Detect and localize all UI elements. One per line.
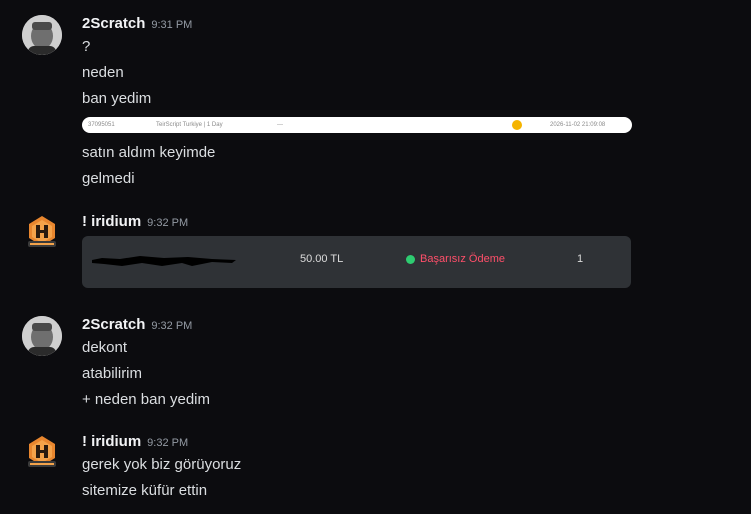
chat-panel: 2Scratch 9:31 PM ? neden ban yedim 370950… — [0, 0, 751, 514]
timestamp: 9:32 PM — [151, 320, 193, 332]
pending-status-icon — [512, 120, 522, 130]
message-line: + neden ban yedim — [82, 391, 211, 408]
username[interactable]: 2Scratch — [82, 316, 145, 333]
timestamp: 9:31 PM — [151, 19, 193, 31]
message-header: 2Scratch 9:31 PM — [82, 15, 192, 35]
message-line: gerek yok biz görüyoruz — [82, 456, 242, 473]
timestamp: 9:32 PM — [147, 437, 189, 449]
payment-status: Başarısız Ödeme — [420, 253, 505, 265]
payment-quantity: 1 — [577, 253, 584, 265]
message-line: neden — [82, 64, 124, 81]
order-date: 2026-11-02 21:09:08 — [550, 122, 606, 128]
message-line: satın aldım keyimde — [82, 144, 216, 161]
message-line: ? — [82, 38, 91, 55]
message-line: ban yedim — [82, 90, 152, 107]
message-line: dekont — [82, 339, 128, 356]
brand-logo-avatar-icon[interactable] — [22, 214, 62, 254]
username[interactable]: 2Scratch — [82, 15, 145, 32]
order-product: TeirScript Turkiye | 1 Day — [156, 122, 223, 128]
username[interactable]: ! iridium — [82, 213, 141, 230]
username[interactable]: ! iridium — [82, 433, 141, 450]
status-dot-icon — [406, 255, 415, 264]
message-header: ! iridium 9:32 PM — [82, 433, 188, 453]
message-header: ! iridium 9:32 PM — [82, 213, 188, 233]
order-id: 37095051 — [88, 122, 115, 128]
timestamp: 9:32 PM — [147, 217, 189, 229]
message-line: atabilirim — [82, 365, 143, 382]
message-header: 2Scratch 9:32 PM — [82, 316, 192, 336]
message-line: sitemize küfür ettin — [82, 482, 208, 499]
order-dash: --- — [277, 122, 283, 128]
user-avatar-icon[interactable] — [22, 316, 62, 356]
redacted-text — [92, 256, 236, 266]
message-line: gelmedi — [82, 170, 135, 187]
user-avatar-icon[interactable] — [22, 15, 62, 55]
order-strip: 37095051 TeirScript Turkiye | 1 Day --- … — [82, 117, 632, 133]
brand-logo-avatar-icon[interactable] — [22, 434, 62, 474]
payment-amount: 50.00 TL — [300, 253, 344, 265]
payment-card: 50.00 TL Başarısız Ödeme 1 — [82, 236, 631, 288]
